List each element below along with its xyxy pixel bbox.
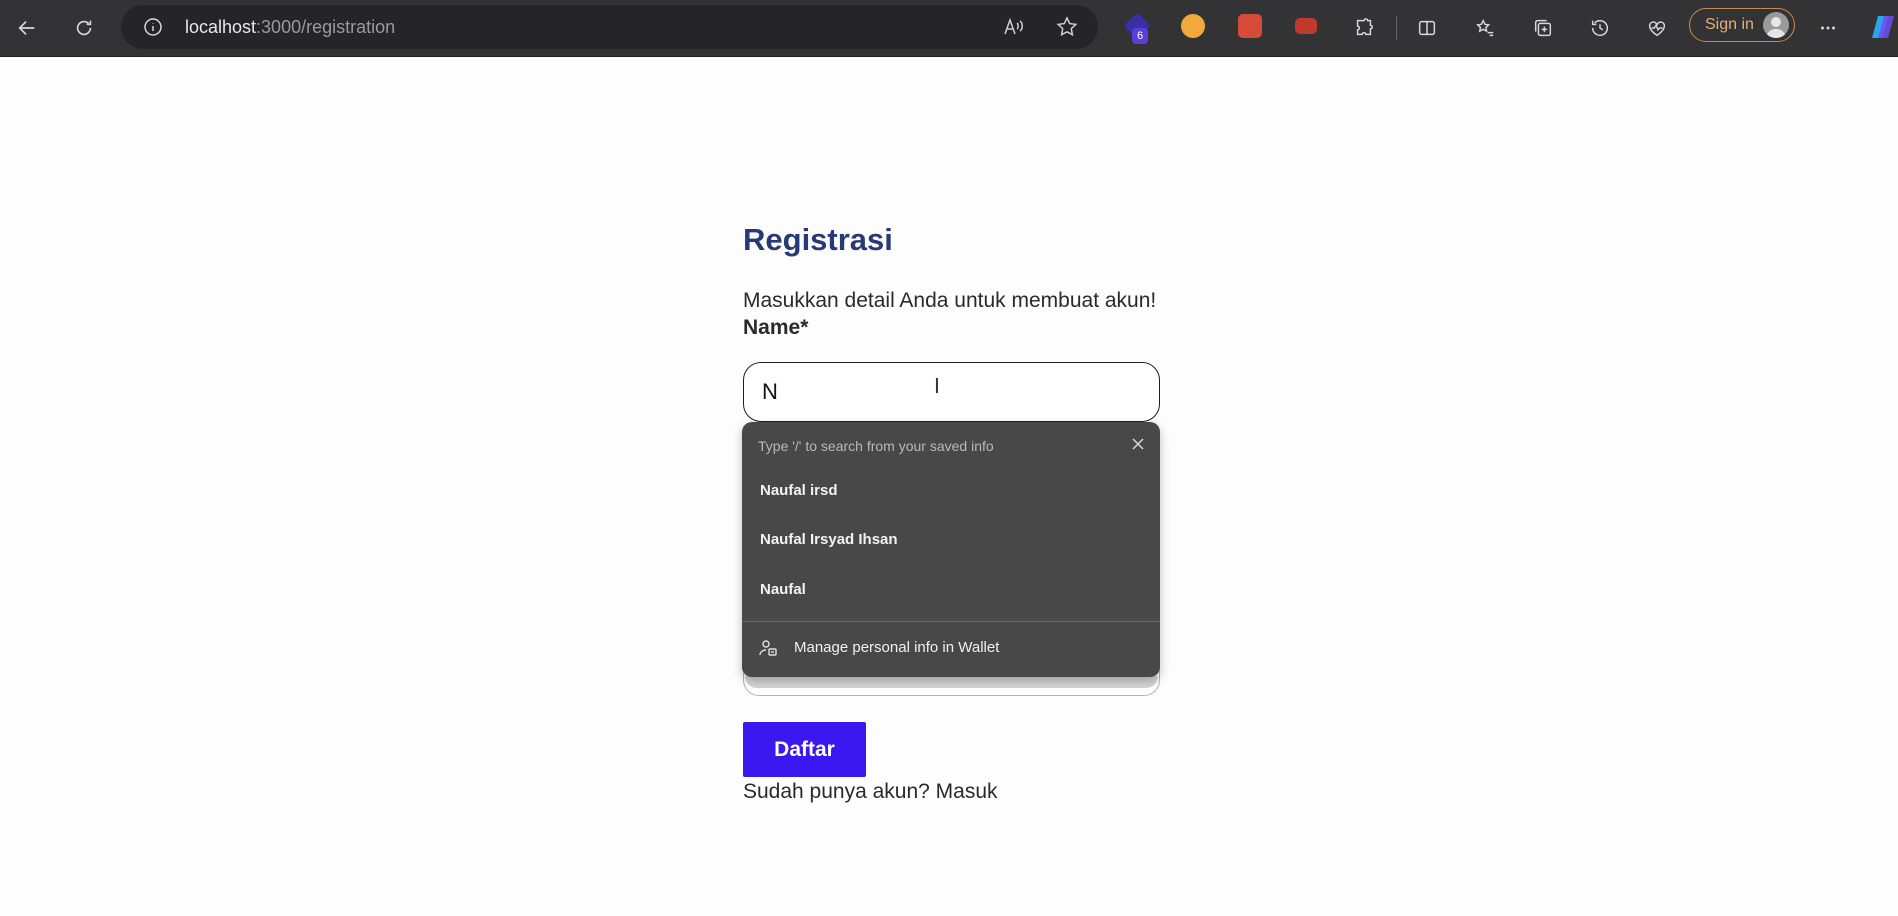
browser-toolbar: localhost:3000/registration 6 Sign in	[0, 0, 1898, 57]
extension-badge: 6	[1132, 28, 1148, 44]
translate-extension-icon[interactable]	[1295, 18, 1317, 34]
copilot-icon[interactable]	[1868, 12, 1898, 42]
extension-red-icon[interactable]	[1238, 14, 1262, 38]
more-menu-icon[interactable]	[1810, 10, 1846, 46]
back-icon[interactable]	[9, 10, 45, 46]
name-input[interactable]	[743, 362, 1160, 422]
autofill-suggestion[interactable]: Naufal irsd	[742, 469, 1160, 515]
read-aloud-icon[interactable]	[1001, 15, 1025, 39]
page-title: Registrasi	[743, 222, 893, 257]
manage-wallet-button[interactable]: Manage personal info in Wallet	[742, 622, 1160, 674]
autofill-popup: Type '/' to search from your saved info …	[742, 422, 1160, 677]
avatar-icon	[1763, 12, 1789, 38]
suggestion-label: Naufal Irsyad Ihsan	[760, 531, 898, 548]
site-info-icon[interactable]	[143, 17, 163, 37]
field-shadow	[745, 676, 1158, 688]
manage-wallet-label: Manage personal info in Wallet	[794, 639, 1000, 656]
browser-essentials-icon[interactable]	[1639, 10, 1675, 46]
login-link[interactable]: Sudah punya akun? Masuk	[743, 780, 998, 804]
sign-in-label: Sign in	[1705, 16, 1754, 33]
autofill-search-hint[interactable]: Type '/' to search from your saved info	[758, 438, 994, 454]
text-cursor-icon: I	[934, 374, 940, 398]
name-label: Name*	[743, 316, 809, 339]
autofill-suggestion[interactable]: Naufal	[742, 568, 1160, 614]
autofill-suggestion[interactable]: Naufal Irsyad Ihsan	[742, 518, 1160, 564]
sign-in-button[interactable]: Sign in	[1689, 8, 1795, 42]
split-screen-icon[interactable]	[1409, 10, 1445, 46]
daftar-button[interactable]: Daftar	[743, 722, 866, 777]
extension-orange-icon[interactable]	[1181, 14, 1205, 38]
address-bar[interactable]: localhost:3000/registration	[121, 5, 1098, 49]
suggestion-label: Naufal irsd	[760, 482, 838, 499]
history-icon[interactable]	[1582, 10, 1618, 46]
wallet-person-icon	[758, 638, 778, 658]
collections-icon[interactable]	[1525, 10, 1561, 46]
favorites-icon[interactable]	[1467, 10, 1503, 46]
refresh-icon[interactable]	[66, 10, 102, 46]
url-path: :3000/registration	[256, 17, 396, 37]
toolbar-divider	[1396, 16, 1397, 40]
close-icon[interactable]	[1128, 434, 1148, 454]
extensions-puzzle-icon[interactable]	[1346, 10, 1382, 46]
page-subtitle: Masukkan detail Anda untuk membuat akun!	[743, 289, 1157, 312]
url-text[interactable]: localhost:3000/registration	[185, 17, 395, 37]
suggestion-label: Naufal	[760, 581, 806, 598]
favorite-star-icon[interactable]	[1055, 15, 1079, 39]
url-host: localhost	[185, 17, 257, 37]
